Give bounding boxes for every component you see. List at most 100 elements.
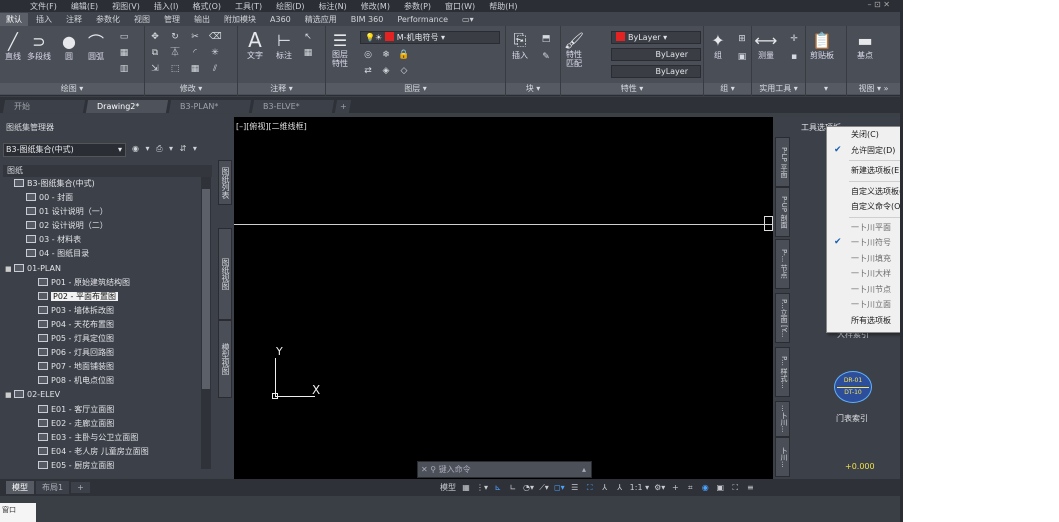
ribbon-tab-default[interactable]: 默认 (0, 12, 28, 26)
sheet-tree-item[interactable]: P01 - 原始建筑结构图 (3, 276, 201, 290)
rotate-icon[interactable]: ↻ (169, 32, 181, 43)
file-tab-start[interactable]: 开始 (2, 100, 86, 113)
tab-layout1[interactable]: 布局1 (36, 481, 70, 494)
hatch-icon[interactable]: ▦ (118, 48, 130, 59)
sheet-tree-item[interactable]: ■ 02-ELEV (3, 388, 201, 402)
menu-help[interactable]: 帮助(H) (489, 1, 517, 12)
ribbon-tab-parametric[interactable]: 参数化 (90, 13, 126, 26)
sheet-tree-item[interactable]: 03 - 材料表 (3, 233, 201, 247)
palette-tab-bchuan-b[interactable]: 卜川... (775, 437, 790, 477)
palette-tab-style[interactable]: P... 样式... (775, 347, 790, 397)
menu-view[interactable]: 视图(V) (112, 1, 140, 12)
modify-group-title[interactable]: 修改 ▾ (145, 83, 237, 94)
window-controls[interactable]: – ⊡ ✕ (868, 0, 891, 9)
ribbon-tab-annotate[interactable]: 注释 (60, 13, 88, 26)
circle-tool[interactable]: ● 圆 (59, 31, 79, 62)
file-tab-drawing2[interactable]: Drawing2* (85, 100, 169, 113)
ortho-icon[interactable]: ∟ (508, 483, 518, 492)
draw-group-title[interactable]: 绘图 ▾ (0, 83, 144, 94)
tab-model-views[interactable]: 模型视图 (218, 320, 232, 398)
offset-icon[interactable]: ⫽ (209, 64, 221, 75)
groups-group-title[interactable]: 组 ▾ (704, 83, 751, 94)
group-select-icon[interactable]: ▣ (736, 52, 748, 63)
sheet-tree-item[interactable]: B3-图纸集合(中式) (3, 177, 201, 191)
palette-tab-bchuan-a[interactable]: ...卜川... (775, 401, 790, 437)
command-line[interactable]: ✕ ⚲ 键入命令 ▴ (417, 461, 592, 478)
file-tab-b3-elve[interactable]: B3-ELVE* (251, 100, 335, 113)
ribbon-tab-a360[interactable]: A360 (264, 14, 297, 25)
taskbar-thumbnail[interactable]: 窗口 (0, 503, 36, 522)
drawing-canvas[interactable]: [–][俯视][二维线框] Y X ✕ ⚲ 键入命令 ▴ (234, 117, 773, 479)
sheet-tree-item[interactable]: 01 设计说明（一） (3, 205, 201, 219)
mirror-icon[interactable]: ⏄ (169, 48, 181, 59)
paste-tool[interactable]: 📋 剪贴板 (810, 30, 834, 61)
tab-model[interactable]: 模型 (6, 481, 34, 494)
menu-window[interactable]: 窗口(W) (445, 1, 475, 12)
grid-icon[interactable]: ▦ (461, 483, 471, 492)
sheet-tree-item[interactable]: P03 - 墙体拆改图 (3, 304, 201, 318)
fillet-icon[interactable]: ◜ (189, 48, 201, 59)
tree-expand-toggle[interactable]: ■ (5, 262, 14, 276)
text-tool[interactable]: A 文字 (245, 28, 265, 61)
ribbon-tab-performance[interactable]: Performance (391, 14, 454, 25)
layers-group-title[interactable]: 图层 ▾ (326, 83, 505, 94)
model-space-toggle[interactable]: 模型 (440, 482, 456, 493)
erase-icon[interactable]: ⌫ (209, 32, 222, 43)
elevation-mark[interactable]: +0.000 (845, 462, 875, 471)
edit-block-icon[interactable]: ✎ (540, 52, 552, 63)
menu-file[interactable]: 文件(F) (30, 1, 57, 12)
tab-sheet-views[interactable]: 图纸视图 (218, 228, 232, 320)
clean-screen-icon[interactable]: ⛶ (730, 483, 740, 493)
command-input[interactable]: 键入命令 (439, 465, 471, 474)
chevron-up-icon[interactable]: ▴ (582, 462, 591, 477)
menu-insert[interactable]: 插入(I) (154, 1, 179, 12)
hardware-accel-icon[interactable]: ▣ (715, 483, 725, 492)
gear-icon[interactable]: ⚙▾ (654, 483, 665, 492)
polyline-tool[interactable]: ⊃ 多段线 (27, 31, 51, 62)
annotation-visibility-icon[interactable]: ⅄ (615, 483, 625, 492)
sheet-tree-item[interactable]: P07 - 地面铺装图 (3, 360, 201, 374)
annotation-scale-icon[interactable]: ⅄ (600, 483, 610, 492)
tab-sheet-list[interactable]: 图纸列表 (218, 160, 232, 205)
new-tab-button[interactable]: + (334, 100, 352, 113)
transparency-icon[interactable]: ⛶ (585, 483, 595, 493)
explode-icon[interactable]: ✳ (209, 48, 221, 59)
sheet-tree-scrollbar[interactable] (201, 177, 211, 469)
scale-icon[interactable]: ⬚ (169, 64, 181, 75)
sheet-tree-item[interactable]: P05 - 灯具定位图 (3, 332, 201, 346)
base-view-tool[interactable]: ▬ 基点 (855, 30, 875, 61)
ungroup-icon[interactable]: ⊞ (736, 34, 748, 45)
sheet-tree-item[interactable]: E03 - 主卧与公卫立面图 (3, 431, 201, 445)
ribbon-tab-bim360[interactable]: BIM 360 (345, 14, 390, 25)
infer-icon[interactable]: ⊾ (493, 483, 503, 492)
ribbon-tab-addins[interactable]: 附加模块 (218, 13, 262, 26)
ribbon-tab-view[interactable]: 视图 (128, 13, 156, 26)
osnap-icon[interactable]: ◻▾ (554, 483, 565, 492)
door-tag-symbol[interactable]: DR-01 DT-10 (834, 371, 872, 403)
add-layout-button[interactable]: + (71, 482, 90, 493)
linetype-dropdown[interactable]: ByLayer (611, 48, 701, 61)
rectangle-icon[interactable]: ▭ (118, 32, 130, 43)
plus-icon[interactable]: + (670, 483, 680, 492)
sheet-tree-item[interactable]: P06 - 灯具回路图 (3, 346, 201, 360)
palette-tab-section[interactable]: P-UP 剖面 (775, 187, 790, 237)
properties-group-title[interactable]: 特性 ▾ (561, 83, 703, 94)
tree-expand-toggle[interactable]: ■ (5, 388, 14, 402)
annotation-group-title[interactable]: 注释 ▾ (238, 83, 325, 94)
palette-tab-elevation[interactable]: P...立面 [Y... (775, 293, 790, 343)
layer-lock-icon[interactable]: 🔒 (398, 50, 410, 61)
ribbon-tab-insert[interactable]: 插入 (30, 13, 58, 26)
table-icon[interactable]: ▦ (302, 48, 314, 59)
array-icon[interactable]: ▦ (189, 64, 201, 75)
sheet-set-selector[interactable]: B3-图纸集合(中式) ▾ (3, 143, 126, 157)
layer-properties-tool[interactable]: ☰ 图层 特性 (330, 30, 350, 69)
units-icon[interactable]: ⌗ (685, 483, 695, 493)
close-icon[interactable]: ✕ (421, 465, 428, 474)
insert-block-tool[interactable]: ⎘ 插入 (510, 30, 530, 61)
utilities-group-title[interactable]: 实用工具 ▾ (752, 83, 805, 94)
dimension-tool[interactable]: ⊢ 标注 (274, 30, 294, 61)
sheet-tree-item[interactable]: E01 - 客厅立面图 (3, 403, 201, 417)
isolate-icon[interactable]: ◉ (700, 483, 710, 492)
block-group-title[interactable]: 块 ▾ (506, 83, 560, 94)
sheet-tree-item[interactable]: ■ 01-PLAN (3, 262, 201, 276)
